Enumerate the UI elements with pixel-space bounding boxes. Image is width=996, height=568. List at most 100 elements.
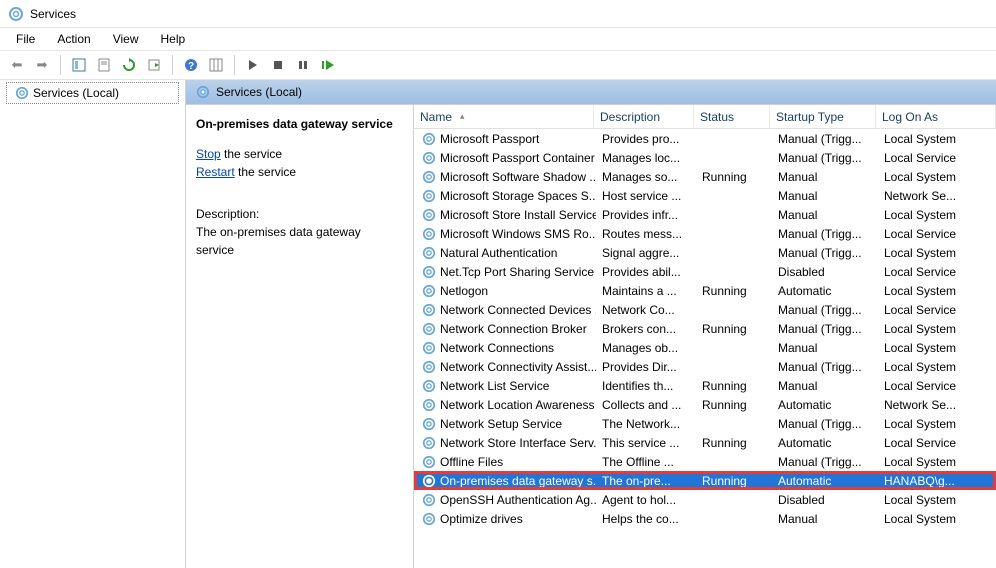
back-button[interactable]: [6, 54, 28, 76]
table-row[interactable]: Microsoft Storage Spaces S...Host servic…: [414, 186, 996, 205]
table-row[interactable]: Optimize drivesHelps the co...ManualLoca…: [414, 509, 996, 528]
export-icon: [147, 58, 161, 72]
svg-text:?: ?: [188, 61, 194, 72]
service-name-text: Network Location Awareness: [440, 398, 595, 412]
arrow-left-icon: [12, 57, 23, 73]
cell-name: Offline Files: [416, 455, 596, 469]
table-row[interactable]: Microsoft Passport ContainerManages loc.…: [414, 148, 996, 167]
cell-status: Running: [696, 436, 772, 450]
cell-log-on-as: Local System: [878, 493, 996, 507]
cell-name: Network Connected Devices ...: [416, 303, 596, 317]
grid-rows-container[interactable]: Microsoft PassportProvides pro...Manual …: [414, 129, 996, 568]
help-button[interactable]: ?: [180, 54, 202, 76]
cell-log-on-as: Local System: [878, 284, 996, 298]
console-tree-pane: Services (Local): [0, 80, 186, 568]
service-name-text: Microsoft Store Install Service: [440, 208, 596, 222]
menu-view[interactable]: View: [103, 30, 149, 48]
cell-description: Manages loc...: [596, 151, 696, 165]
cell-startup-type: Manual: [772, 170, 878, 184]
table-row[interactable]: Net.Tcp Port Sharing ServiceProvides abi…: [414, 262, 996, 281]
gear-icon: [422, 417, 436, 431]
description-text: The on-premises data gateway service: [196, 223, 401, 259]
stop-service-link[interactable]: Stop: [196, 147, 221, 161]
table-row[interactable]: Network List ServiceIdentifies th...Runn…: [414, 376, 996, 395]
selected-service-name: On-premises data gateway service: [196, 115, 401, 133]
service-name-text: Microsoft Windows SMS Ro...: [440, 227, 596, 241]
pause-service-button[interactable]: [292, 54, 314, 76]
table-row[interactable]: Network Store Interface Serv...This serv…: [414, 433, 996, 452]
cell-startup-type: Manual (Trigg...: [772, 246, 878, 260]
refresh-button[interactable]: [118, 54, 140, 76]
cell-log-on-as: Local Service: [878, 436, 996, 450]
cell-description: The Network...: [596, 417, 696, 431]
table-row[interactable]: Network ConnectionsManages ob...ManualLo…: [414, 338, 996, 357]
table-row[interactable]: On-premises data gateway s...The on-pre.…: [414, 471, 996, 490]
cell-status: Running: [696, 170, 772, 184]
cell-name: On-premises data gateway s...: [416, 474, 596, 488]
cell-name: Microsoft Windows SMS Ro...: [416, 227, 596, 241]
gear-icon: [422, 474, 436, 488]
gear-icon: [422, 341, 436, 355]
arrow-right-icon: [37, 57, 48, 73]
cell-name: Microsoft Passport Container: [416, 151, 596, 165]
table-row[interactable]: Natural AuthenticationSignal aggre...Man…: [414, 243, 996, 262]
restart-service-link[interactable]: Restart: [196, 165, 235, 179]
cell-startup-type: Disabled: [772, 493, 878, 507]
table-row[interactable]: Network Setup ServiceThe Network...Manua…: [414, 414, 996, 433]
table-row[interactable]: Network Connection BrokerBrokers con...R…: [414, 319, 996, 338]
cell-startup-type: Automatic: [772, 284, 878, 298]
export-button[interactable]: [143, 54, 165, 76]
table-row[interactable]: NetlogonMaintains a ...RunningAutomaticL…: [414, 281, 996, 300]
columns-button[interactable]: [205, 54, 227, 76]
table-row[interactable]: Microsoft Windows SMS Ro...Routes mess..…: [414, 224, 996, 243]
cell-log-on-as: Local System: [878, 455, 996, 469]
tree-item-label: Services (Local): [33, 86, 119, 100]
gear-icon: [422, 189, 436, 203]
cell-status: Running: [696, 474, 772, 488]
table-row[interactable]: OpenSSH Authentication Ag...Agent to hol…: [414, 490, 996, 509]
table-row[interactable]: Offline FilesThe Offline ...Manual (Trig…: [414, 452, 996, 471]
service-name-text: Netlogon: [440, 284, 488, 298]
menu-help[interactable]: Help: [151, 30, 196, 48]
properties-button[interactable]: [93, 54, 115, 76]
tree-item-services-local[interactable]: Services (Local): [6, 82, 179, 104]
cell-startup-type: Manual (Trigg...: [772, 132, 878, 146]
restart-service-button[interactable]: [317, 54, 339, 76]
cell-startup-type: Manual: [772, 512, 878, 526]
cell-name: Natural Authentication: [416, 246, 596, 260]
cell-description: This service ...: [596, 436, 696, 450]
cell-startup-type: Manual (Trigg...: [772, 227, 878, 241]
cell-status: Running: [696, 284, 772, 298]
column-name[interactable]: Name▴: [414, 105, 594, 128]
cell-name: Network Setup Service: [416, 417, 596, 431]
cell-name: Microsoft Store Install Service: [416, 208, 596, 222]
table-row[interactable]: Network Location AwarenessCollects and .…: [414, 395, 996, 414]
column-log-on-as[interactable]: Log On As: [876, 105, 996, 128]
forward-button[interactable]: [31, 54, 53, 76]
cell-log-on-as: Local Service: [878, 151, 996, 165]
column-description[interactable]: Description: [594, 105, 694, 128]
menu-action[interactable]: Action: [47, 30, 100, 48]
cell-name: OpenSSH Authentication Ag...: [416, 493, 596, 507]
cell-name: Network Connection Broker: [416, 322, 596, 336]
column-status[interactable]: Status: [694, 105, 770, 128]
gear-icon: [422, 208, 436, 222]
cell-log-on-as: Local System: [878, 341, 996, 355]
cell-name: Microsoft Passport: [416, 132, 596, 146]
cell-log-on-as: Local Service: [878, 227, 996, 241]
menu-file[interactable]: File: [6, 30, 45, 48]
cell-name: Network Connections: [416, 341, 596, 355]
table-row[interactable]: Network Connected Devices ...Network Co.…: [414, 300, 996, 319]
table-row[interactable]: Microsoft Software Shadow ...Manages so.…: [414, 167, 996, 186]
stop-service-button[interactable]: [267, 54, 289, 76]
table-row[interactable]: Microsoft Store Install ServiceProvides …: [414, 205, 996, 224]
cell-startup-type: Manual (Trigg...: [772, 455, 878, 469]
table-row[interactable]: Network Connectivity Assist...Provides D…: [414, 357, 996, 376]
table-row[interactable]: Microsoft PassportProvides pro...Manual …: [414, 129, 996, 148]
service-detail-pane: On-premises data gateway service Stop th…: [186, 105, 414, 568]
cell-log-on-as: Network Se...: [878, 398, 996, 412]
gear-icon: [422, 379, 436, 393]
show-hide-tree-button[interactable]: [68, 54, 90, 76]
start-service-button[interactable]: [242, 54, 264, 76]
column-startup-type[interactable]: Startup Type: [770, 105, 876, 128]
